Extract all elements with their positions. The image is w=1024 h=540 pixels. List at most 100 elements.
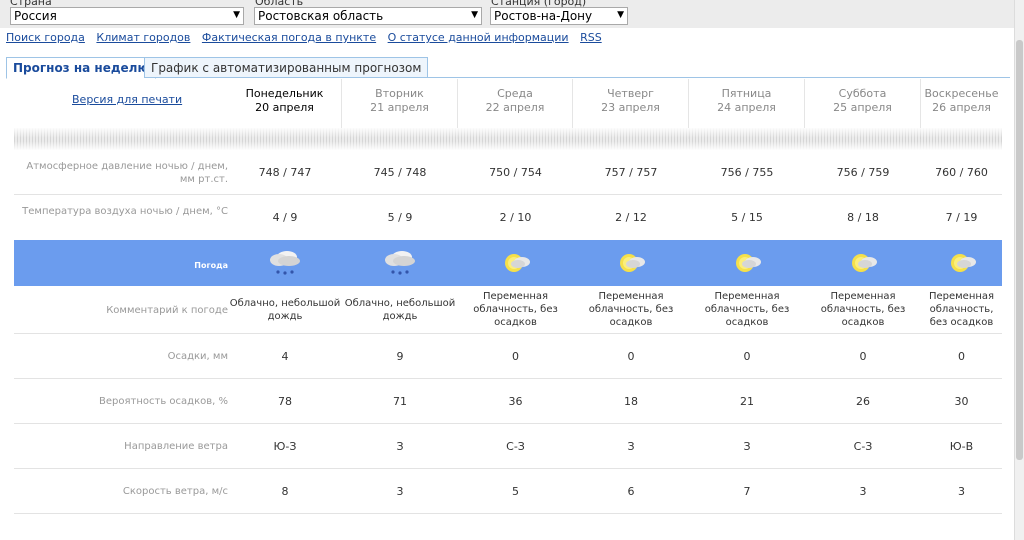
pressure-value: 748 / 747 bbox=[258, 166, 312, 179]
day-date: 23 апреля bbox=[601, 101, 660, 114]
country-value: Россия bbox=[14, 9, 57, 23]
wind-speed-value: 5 bbox=[512, 485, 519, 498]
row-label: Осадки, мм bbox=[167, 351, 228, 362]
wind-speed-value: 8 bbox=[281, 485, 289, 498]
day-date: 24 апреля bbox=[717, 101, 776, 114]
row-label: Температура воздуха ночью / днем, °C bbox=[22, 206, 228, 217]
temperature-value: 8 / 18 bbox=[847, 211, 879, 224]
precipitation-value: 0 bbox=[859, 350, 867, 363]
print-version-link[interactable]: Версия для печати bbox=[72, 93, 182, 106]
comment-value: Переменная облачность, без осадков bbox=[704, 291, 790, 328]
wind-speed-row: Скорость ветра, м/с 8 3 5 6 7 3 3 bbox=[14, 469, 1002, 514]
link-info-status[interactable]: О статусе данной информации bbox=[388, 31, 569, 44]
temperature-value: 5 / 15 bbox=[731, 211, 763, 224]
partly-cloudy-icon bbox=[852, 254, 877, 272]
station-value: Ростов-на-Дону bbox=[494, 9, 593, 23]
location-selector-bar: Страна Россия ▼ Область Ростовская облас… bbox=[0, 0, 1024, 28]
station-select[interactable]: Ростов-на-Дону ▼ bbox=[490, 7, 628, 25]
temperature-value: 4 / 9 bbox=[272, 211, 298, 224]
comment-value: Переменная облачность, без осадков bbox=[820, 291, 906, 328]
day-name: Вторник bbox=[375, 87, 424, 100]
comment-value: Переменная облачность, без осадков bbox=[473, 291, 558, 328]
probability-value: 71 bbox=[393, 395, 407, 408]
region-value: Ростовская область bbox=[258, 9, 384, 23]
wind-direction-value: З bbox=[396, 440, 404, 453]
probability-value: 30 bbox=[954, 395, 969, 408]
rain-cloud-icon bbox=[270, 251, 300, 275]
tab-weekly-forecast[interactable]: Прогноз на неделю bbox=[6, 57, 157, 79]
row-label: Скорость ветра, м/с bbox=[122, 486, 228, 497]
temperature-value: 2 / 12 bbox=[615, 211, 647, 224]
link-city-search[interactable]: Поиск города bbox=[6, 31, 85, 44]
region-select[interactable]: Ростовская область ▼ bbox=[254, 7, 482, 25]
wind-direction-value: С-З bbox=[853, 440, 873, 453]
wind-speed-value: 6 bbox=[627, 485, 635, 498]
day-date: 26 апреля bbox=[932, 101, 991, 114]
precipitation-value: 0 bbox=[958, 350, 965, 363]
precipitation-value: 0 bbox=[743, 350, 751, 363]
precipitation-value: 4 bbox=[281, 350, 289, 363]
row-label: Погода bbox=[194, 261, 228, 270]
comment-value: Облачно, небольшой дождь bbox=[344, 298, 456, 322]
probability-value: 21 bbox=[740, 395, 754, 408]
temperature-row: Температура воздуха ночью / днем, °C 4 /… bbox=[14, 195, 1002, 240]
wind-speed-value: 7 bbox=[743, 485, 751, 498]
day-name: Четверг bbox=[607, 87, 654, 100]
tab-automated-forecast-chart[interactable]: График с автоматизированным прогнозом bbox=[144, 57, 429, 78]
wind-speed-value: 3 bbox=[396, 485, 404, 498]
country-select[interactable]: Россия ▼ bbox=[10, 7, 244, 25]
rain-cloud-icon bbox=[385, 251, 415, 275]
precipitation-probability-row: Вероятность осадков, % 78 71 36 18 21 26… bbox=[14, 379, 1002, 424]
precipitation-value: 0 bbox=[512, 350, 519, 363]
day-name: Среда bbox=[497, 87, 533, 100]
comment-value: Переменная облачность, без осадков bbox=[588, 291, 674, 328]
partly-cloudy-icon bbox=[620, 254, 645, 272]
forecast-tabs: Прогноз на неделю График с автоматизиров… bbox=[6, 57, 1010, 79]
link-rss[interactable]: RSS bbox=[580, 31, 602, 44]
wind-direction-value: З bbox=[743, 440, 751, 453]
partly-cloudy-icon bbox=[505, 254, 530, 272]
day-name: Суббота bbox=[838, 87, 887, 100]
weather-row: Погода bbox=[14, 240, 1002, 286]
day-name: Воскресенье bbox=[924, 87, 999, 100]
probability-value: 18 bbox=[624, 395, 638, 408]
pressure-value: 756 / 759 bbox=[836, 166, 890, 179]
day-date: 22 апреля bbox=[485, 101, 545, 114]
pressure-value: 750 / 754 bbox=[489, 166, 542, 179]
day-name: Пятница bbox=[721, 87, 772, 100]
wind-speed-value: 3 bbox=[859, 485, 867, 498]
scrollbar-thumb[interactable] bbox=[1016, 40, 1023, 460]
decorative-divider-fade bbox=[14, 128, 1002, 150]
wind-direction-value: С-З bbox=[506, 440, 525, 453]
probability-value: 78 bbox=[278, 395, 292, 408]
probability-value: 36 bbox=[508, 395, 523, 408]
precipitation-value: 9 bbox=[396, 350, 404, 363]
link-actual-weather[interactable]: Фактическая погода в пункте bbox=[202, 31, 376, 44]
navigation-links: Поиск города Климат городов Фактическая … bbox=[6, 31, 610, 44]
pressure-row: Атмосферное давление ночью / днем, мм рт… bbox=[14, 150, 1002, 195]
precipitation-row: Осадки, мм 4 9 0 0 0 0 0 bbox=[14, 334, 1002, 379]
pressure-value: 745 / 748 bbox=[373, 166, 427, 179]
comment-value: Облачно, небольшой дождь bbox=[229, 298, 341, 322]
wind-direction-row: Направление ветра Ю-З З С-З З З С-З Ю-В bbox=[14, 424, 1002, 469]
dropdown-arrow-icon: ▼ bbox=[233, 10, 240, 20]
wind-direction-value: З bbox=[627, 440, 635, 453]
temperature-value: 5 / 9 bbox=[387, 211, 413, 224]
partly-cloudy-icon bbox=[951, 254, 976, 272]
pressure-value: 757 / 757 bbox=[604, 166, 658, 179]
vertical-scrollbar[interactable] bbox=[1014, 0, 1024, 540]
row-label: Комментарий к погоде bbox=[106, 305, 228, 316]
row-label: Направление ветра bbox=[124, 441, 228, 452]
pressure-value: 760 / 760 bbox=[935, 166, 988, 179]
comment-row: Комментарий к погоде Облачно, небольшой … bbox=[14, 286, 1002, 334]
row-label: Вероятность осадков, % bbox=[99, 396, 228, 407]
wind-speed-value: 3 bbox=[958, 485, 965, 498]
day-date: 25 апреля bbox=[833, 101, 892, 114]
link-city-climate[interactable]: Климат городов bbox=[96, 31, 190, 44]
row-label: Атмосферное давление ночью / днем, мм рт… bbox=[26, 161, 228, 185]
temperature-value: 7 / 19 bbox=[945, 211, 978, 224]
probability-value: 26 bbox=[856, 395, 870, 408]
day-name: Понедельник bbox=[245, 87, 324, 100]
temperature-value: 2 / 10 bbox=[499, 211, 532, 224]
dropdown-arrow-icon: ▼ bbox=[471, 10, 478, 20]
